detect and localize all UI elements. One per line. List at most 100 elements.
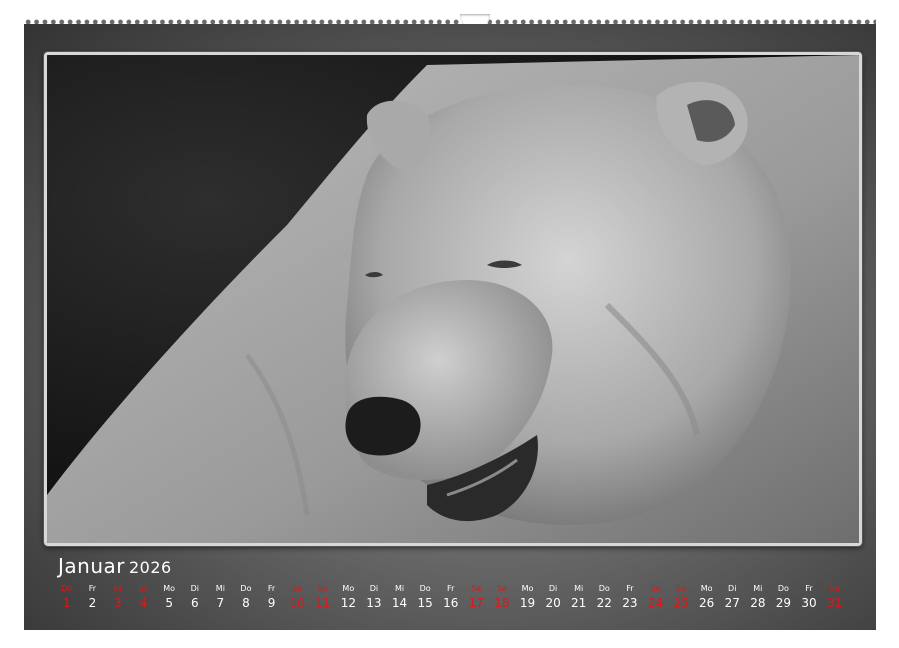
day-number: 14 <box>387 594 413 612</box>
weekday-label: Do <box>233 584 259 594</box>
day-number: 31 <box>822 594 848 612</box>
day-number: 13 <box>361 594 387 612</box>
day-number: 4 <box>131 594 157 612</box>
day-cell: Mi28 <box>745 584 771 612</box>
weekday-label: Mo <box>694 584 720 594</box>
day-number: 12 <box>336 594 362 612</box>
day-cell: Sa24 <box>643 584 669 612</box>
day-cell: Di20 <box>540 584 566 612</box>
day-number: 17 <box>464 594 490 612</box>
weekday-label: Fr <box>796 584 822 594</box>
weekday-label: Sa <box>643 584 669 594</box>
day-cell: Sa17 <box>464 584 490 612</box>
weekday-label: Mo <box>515 584 541 594</box>
day-number: 7 <box>208 594 234 612</box>
weekday-label: Do <box>591 584 617 594</box>
day-cell: Di13 <box>361 584 387 612</box>
weekday-label: Di <box>182 584 208 594</box>
weekday-label: So <box>310 584 336 594</box>
weekday-label: Sa <box>105 584 131 594</box>
day-cell: Fr9 <box>259 584 285 612</box>
weekday-label: Fr <box>259 584 285 594</box>
day-cell: Mi21 <box>566 584 592 612</box>
day-number: 16 <box>438 594 464 612</box>
day-cell: Do29 <box>771 584 797 612</box>
weekday-label: So <box>131 584 157 594</box>
day-cell: Mo19 <box>515 584 541 612</box>
day-cell: So18 <box>489 584 515 612</box>
day-cell: Do1 <box>54 584 80 612</box>
day-cell: So4 <box>131 584 157 612</box>
weekday-label: Mi <box>387 584 413 594</box>
day-number: 10 <box>284 594 310 612</box>
day-cell: Fr16 <box>438 584 464 612</box>
day-number: 21 <box>566 594 592 612</box>
day-number: 20 <box>540 594 566 612</box>
weekday-label: Do <box>771 584 797 594</box>
polar-bear-photo <box>47 55 859 543</box>
day-cell: Mo12 <box>336 584 362 612</box>
weekday-label: Fr <box>617 584 643 594</box>
weekday-label: Do <box>54 584 80 594</box>
day-number: 18 <box>489 594 515 612</box>
day-cell: Mi14 <box>387 584 413 612</box>
weekday-label: Di <box>719 584 745 594</box>
day-number: 29 <box>771 594 797 612</box>
weekday-label: Fr <box>438 584 464 594</box>
day-cell: Di27 <box>719 584 745 612</box>
day-number: 11 <box>310 594 336 612</box>
day-number: 28 <box>745 594 771 612</box>
day-cell: Do8 <box>233 584 259 612</box>
weekday-label: Di <box>361 584 387 594</box>
day-number: 25 <box>668 594 694 612</box>
weekday-label: Mo <box>336 584 362 594</box>
year-label: 2026 <box>129 558 172 577</box>
weekday-label: Sa <box>284 584 310 594</box>
day-number: 24 <box>643 594 669 612</box>
photo-frame <box>44 52 862 546</box>
weekday-label: Do <box>412 584 438 594</box>
day-cell: Sa3 <box>105 584 131 612</box>
weekday-label: Mi <box>566 584 592 594</box>
weekday-label: Mo <box>156 584 182 594</box>
day-strip: Do1Fr2Sa3So4Mo5Di6Mi7Do8Fr9Sa10So11Mo12D… <box>54 584 854 612</box>
day-number: 9 <box>259 594 285 612</box>
day-cell: So11 <box>310 584 336 612</box>
day-number: 27 <box>719 594 745 612</box>
day-cell: Fr30 <box>796 584 822 612</box>
day-cell: Mo5 <box>156 584 182 612</box>
month-name: Januar <box>58 554 125 578</box>
day-number: 8 <box>233 594 259 612</box>
day-number: 3 <box>105 594 131 612</box>
day-cell: Mi7 <box>208 584 234 612</box>
weekday-label: Mi <box>208 584 234 594</box>
day-cell: Fr23 <box>617 584 643 612</box>
calendar-page: Januar2026 Do1Fr2Sa3So4Mo5Di6Mi7Do8Fr9Sa… <box>24 24 876 630</box>
day-number: 5 <box>156 594 182 612</box>
day-cell: Do15 <box>412 584 438 612</box>
day-number: 6 <box>182 594 208 612</box>
weekday-label: Di <box>540 584 566 594</box>
month-title: Januar2026 <box>58 554 172 578</box>
weekday-label: So <box>668 584 694 594</box>
day-number: 1 <box>54 594 80 612</box>
day-number: 2 <box>80 594 106 612</box>
weekday-label: So <box>489 584 515 594</box>
day-cell: Mo26 <box>694 584 720 612</box>
day-number: 15 <box>412 594 438 612</box>
day-number: 19 <box>515 594 541 612</box>
day-cell: Do22 <box>591 584 617 612</box>
day-number: 22 <box>591 594 617 612</box>
weekday-label: Sa <box>822 584 848 594</box>
day-cell: Sa31 <box>822 584 848 612</box>
day-cell: Di6 <box>182 584 208 612</box>
day-cell: Sa10 <box>284 584 310 612</box>
weekday-label: Fr <box>80 584 106 594</box>
day-number: 30 <box>796 594 822 612</box>
day-number: 23 <box>617 594 643 612</box>
day-cell: So25 <box>668 584 694 612</box>
day-cell: Fr2 <box>80 584 106 612</box>
weekday-label: Sa <box>464 584 490 594</box>
day-number: 26 <box>694 594 720 612</box>
weekday-label: Mi <box>745 584 771 594</box>
